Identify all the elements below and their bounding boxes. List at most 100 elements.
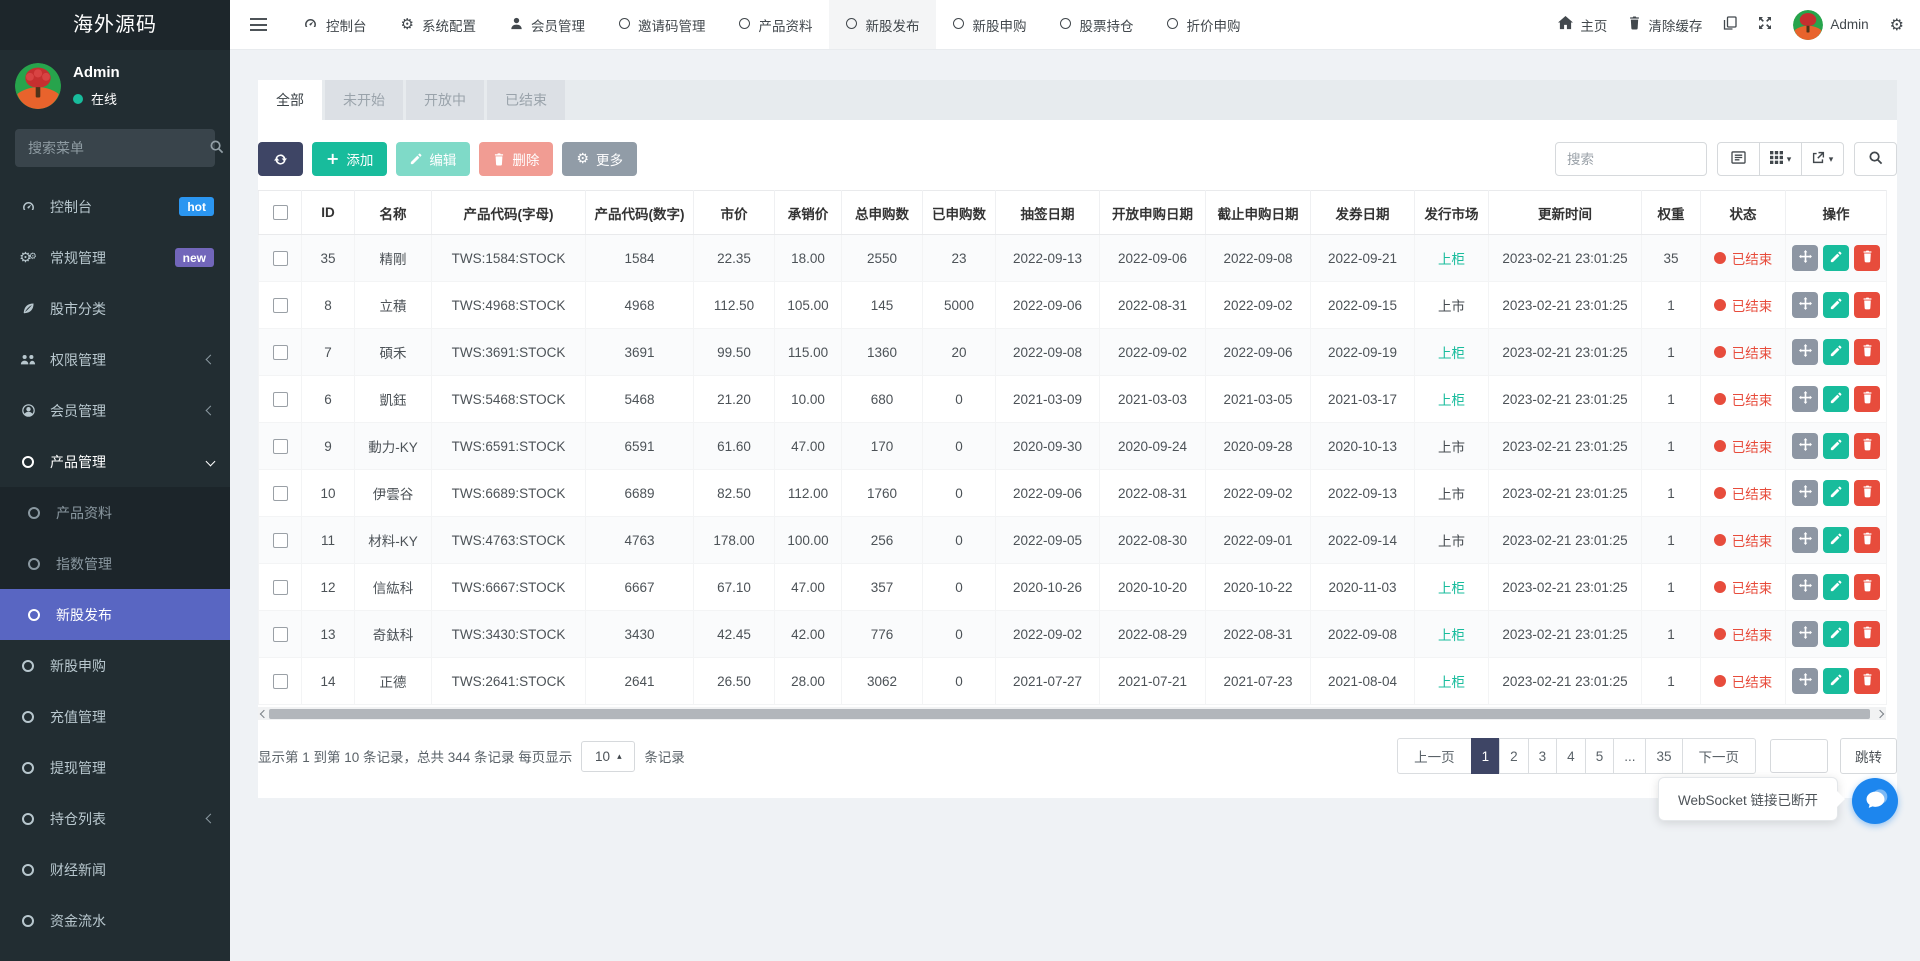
edit-row-button[interactable] <box>1823 245 1849 271</box>
filter-tab[interactable]: 开放中 <box>406 80 484 120</box>
del-row-button[interactable] <box>1854 386 1880 412</box>
edit-row-button[interactable] <box>1823 621 1849 647</box>
move-row-button[interactable] <box>1792 574 1818 600</box>
status-badge[interactable]: 已结束 <box>1714 436 1773 456</box>
del-row-button[interactable] <box>1854 292 1880 318</box>
scrollbar-thumb[interactable] <box>269 709 1870 719</box>
filter-tab[interactable]: 已结束 <box>487 80 565 120</box>
row-checkbox[interactable] <box>273 580 288 595</box>
page-button[interactable]: 5 <box>1585 738 1615 774</box>
status-badge[interactable]: 已结束 <box>1714 530 1773 550</box>
row-checkbox[interactable] <box>273 392 288 407</box>
scroll-right-icon[interactable] <box>1876 709 1884 717</box>
next-page-button[interactable]: 下一页 <box>1682 738 1757 774</box>
market-link[interactable]: 上柜 <box>1438 581 1465 596</box>
add-button[interactable]: + 添加 <box>312 142 387 176</box>
move-row-button[interactable] <box>1792 339 1818 365</box>
del-row-button[interactable] <box>1854 245 1880 271</box>
market-link[interactable]: 上市 <box>1438 299 1465 314</box>
sidebar-item[interactable]: 股市分类 <box>0 283 230 334</box>
fullscreen-button[interactable] <box>1758 16 1772 33</box>
col-id[interactable]: ID <box>302 191 355 235</box>
status-badge[interactable]: 已结束 <box>1714 295 1773 315</box>
row-checkbox[interactable] <box>273 533 288 548</box>
col-underwrite[interactable]: 承销价 <box>775 191 842 235</box>
edit-row-button[interactable] <box>1823 480 1849 506</box>
chat-button[interactable] <box>1852 778 1898 824</box>
del-row-button[interactable] <box>1854 527 1880 553</box>
more-button[interactable]: ⚙ 更多 <box>562 142 637 176</box>
nav-tab[interactable]: ⚙系统配置 <box>384 0 493 49</box>
edit-row-button[interactable] <box>1823 386 1849 412</box>
move-row-button[interactable] <box>1792 386 1818 412</box>
nav-tab[interactable]: 邀请码管理 <box>602 0 723 49</box>
move-row-button[interactable] <box>1792 292 1818 318</box>
settings-button[interactable]: ⚙ <box>1890 17 1904 33</box>
col-status[interactable]: 状态 <box>1701 191 1786 235</box>
status-badge[interactable]: 已结束 <box>1714 483 1773 503</box>
user-menu[interactable]: Admin <box>1793 10 1868 40</box>
del-row-button[interactable] <box>1854 339 1880 365</box>
search-icon[interactable] <box>209 139 224 157</box>
col-market[interactable]: 发行市场 <box>1415 191 1489 235</box>
row-checkbox[interactable] <box>273 627 288 642</box>
edit-row-button[interactable] <box>1823 433 1849 459</box>
market-link[interactable]: 上市 <box>1438 534 1465 549</box>
market-link[interactable]: 上柜 <box>1438 393 1465 408</box>
menu-search-input[interactable] <box>28 140 209 156</box>
jump-page-input[interactable] <box>1770 739 1828 773</box>
col-total[interactable]: 总申购数 <box>842 191 923 235</box>
page-button[interactable]: 4 <box>1556 738 1586 774</box>
edit-row-button[interactable] <box>1823 527 1849 553</box>
prev-page-button[interactable]: 上一页 <box>1397 738 1472 774</box>
row-checkbox[interactable] <box>273 439 288 454</box>
edit-row-button[interactable] <box>1823 339 1849 365</box>
sidebar-item[interactable]: 资金流水 <box>0 895 230 946</box>
sidebar-item[interactable]: 持仓列表 <box>0 793 230 844</box>
status-badge[interactable]: 已结束 <box>1714 389 1773 409</box>
col-updated[interactable]: 更新时间 <box>1489 191 1642 235</box>
filter-tab[interactable]: 未开始 <box>325 80 403 120</box>
col-close[interactable]: 截止申购日期 <box>1206 191 1311 235</box>
hamburger-menu-icon[interactable] <box>230 0 286 49</box>
sidebar-item[interactable] <box>0 946 230 961</box>
status-badge[interactable]: 已结束 <box>1714 671 1773 691</box>
search-submit-button[interactable] <box>1854 142 1897 176</box>
col-price[interactable]: 市价 <box>694 191 775 235</box>
sidebar-item[interactable]: 充值管理 <box>0 691 230 742</box>
move-row-button[interactable] <box>1792 668 1818 694</box>
sidebar-subitem[interactable]: 产品资料 <box>0 487 230 538</box>
col-weight[interactable]: 权重 <box>1642 191 1701 235</box>
market-link[interactable]: 上柜 <box>1438 252 1465 267</box>
del-row-button[interactable] <box>1854 433 1880 459</box>
col-open[interactable]: 开放申购日期 <box>1100 191 1206 235</box>
refresh-button[interactable] <box>258 142 303 176</box>
sidebar-item[interactable]: 财经新闻 <box>0 844 230 895</box>
row-checkbox[interactable] <box>273 486 288 501</box>
col-actions[interactable]: 操作 <box>1786 191 1887 235</box>
page-button[interactable]: 35 <box>1645 738 1682 774</box>
market-link[interactable]: 上市 <box>1438 487 1465 502</box>
page-button[interactable]: 2 <box>1499 738 1529 774</box>
del-row-button[interactable] <box>1854 621 1880 647</box>
move-row-button[interactable] <box>1792 527 1818 553</box>
nav-tab[interactable]: 新股发布 <box>829 0 936 49</box>
col-code_num[interactable]: 产品代码(数字) <box>586 191 694 235</box>
sidebar-item[interactable]: 提现管理 <box>0 742 230 793</box>
status-badge[interactable]: 已结束 <box>1714 248 1773 268</box>
sidebar-item[interactable]: 会员管理 <box>0 385 230 436</box>
row-checkbox[interactable] <box>273 251 288 266</box>
sidebar-item[interactable]: 产品管理 <box>0 436 230 487</box>
move-row-button[interactable] <box>1792 245 1818 271</box>
row-checkbox[interactable] <box>273 674 288 689</box>
page-button[interactable]: ... <box>1613 738 1646 774</box>
nav-tab[interactable]: 产品资料 <box>722 0 829 49</box>
clear-cache-button[interactable]: 清除缓存 <box>1628 15 1702 35</box>
status-badge[interactable]: 已结束 <box>1714 624 1773 644</box>
delete-button[interactable]: 删除 <box>479 142 553 176</box>
home-button[interactable]: 主页 <box>1558 15 1607 35</box>
row-checkbox[interactable] <box>273 298 288 313</box>
detail-view-button[interactable] <box>1717 142 1760 176</box>
select-all-checkbox[interactable] <box>273 205 288 220</box>
scroll-left-icon[interactable] <box>260 709 268 717</box>
